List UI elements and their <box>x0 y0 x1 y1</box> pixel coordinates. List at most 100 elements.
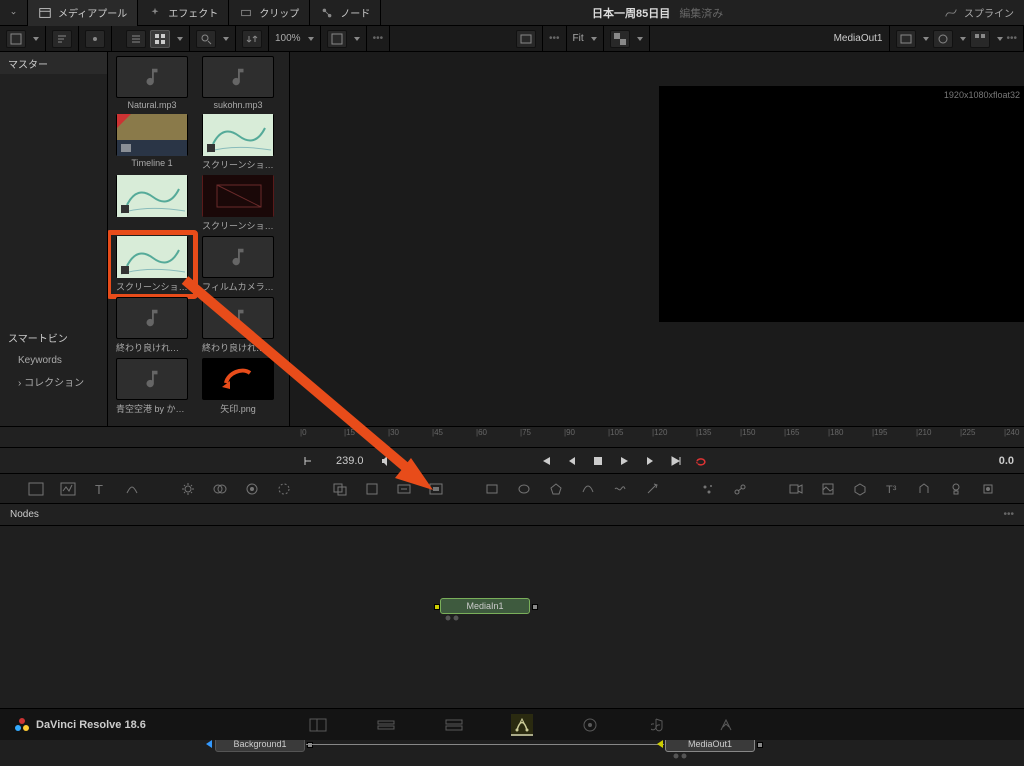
ruler-tick: |195 <box>872 428 887 437</box>
filter-icon[interactable] <box>6 30 26 48</box>
in-point-icon[interactable] <box>300 453 316 469</box>
clip-item[interactable]: Natural.mp3 <box>112 56 192 110</box>
go-end-icon[interactable] <box>668 453 684 469</box>
bitmap-mask-icon[interactable] <box>609 478 631 500</box>
blur-tool-icon[interactable] <box>273 478 295 500</box>
background-tool-icon[interactable] <box>25 478 47 500</box>
out-grid-icon[interactable] <box>970 30 990 48</box>
render3d-tool-icon[interactable] <box>977 478 999 500</box>
fastnoise-tool-icon[interactable] <box>57 478 79 500</box>
clip-item[interactable]: sukohn.mp3 <box>198 56 278 110</box>
viewer-single-icon[interactable] <box>516 30 536 48</box>
out-view-icon[interactable] <box>896 30 916 48</box>
node-output-port[interactable] <box>307 742 313 748</box>
sort-options-icon[interactable] <box>242 30 262 48</box>
clip-item[interactable]: スクリーンショット ... <box>198 175 278 232</box>
brightness-tool-icon[interactable] <box>177 478 199 500</box>
clip-caption: フィルムカメラのシ... <box>202 280 274 293</box>
sort-icon[interactable] <box>52 30 72 48</box>
channelbool-tool-icon[interactable] <box>209 478 231 500</box>
fit-label[interactable]: Fit <box>573 33 584 44</box>
rectangle-mask-icon[interactable] <box>481 478 503 500</box>
step-fwd-icon[interactable] <box>642 453 658 469</box>
clip-thumbnail <box>116 114 188 156</box>
clip-item[interactable]: 青空空港 by かずち... <box>112 358 192 415</box>
colorcorrect-tool-icon[interactable] <box>241 478 263 500</box>
node-output-port[interactable] <box>757 742 763 748</box>
merge-tool-icon[interactable] <box>329 478 351 500</box>
light-tool-icon[interactable] <box>945 478 967 500</box>
chevron-down-dropdown[interactable] <box>0 0 28 26</box>
merge3d-tool-icon[interactable] <box>913 478 935 500</box>
clip-item[interactable]: フィルムカメラのシ... <box>198 236 278 293</box>
page-edit-icon[interactable] <box>443 714 465 736</box>
ruler-tick: |30 <box>388 428 399 437</box>
tab-effects[interactable]: エフェクト <box>138 0 229 26</box>
mattecontrol-tool-icon[interactable] <box>425 478 447 500</box>
node-input-port[interactable] <box>206 740 212 748</box>
app-brand: DaVinci Resolve 18.6 <box>0 717 160 733</box>
tab-media-pool[interactable]: メディアプール <box>28 0 138 26</box>
clip-item[interactable]: 終わり良ければ全て... <box>112 297 192 354</box>
polygon-mask-icon[interactable] <box>545 478 567 500</box>
node-input-port[interactable] <box>434 604 440 610</box>
step-back-icon[interactable] <box>564 453 580 469</box>
bspline-mask-icon[interactable] <box>577 478 599 500</box>
resize-tool-icon[interactable] <box>393 478 415 500</box>
clip-item[interactable]: スクリーンショット ... <box>112 236 192 293</box>
ruler-tick: |210 <box>916 428 931 437</box>
viewer-layout-icon[interactable] <box>327 30 347 48</box>
prender-tool-icon[interactable] <box>729 478 751 500</box>
page-fusion-icon[interactable] <box>511 714 533 736</box>
smartbin-header: スマートビン <box>0 324 107 351</box>
node-output-port[interactable] <box>532 604 538 610</box>
viewer-canvas[interactable] <box>659 86 1024 322</box>
particles-tool-icon[interactable] <box>697 478 719 500</box>
clip-grid: Natural.mp3sukohn.mp3Timeline 1スクリーンショット… <box>108 52 289 426</box>
stop-icon[interactable] <box>590 453 606 469</box>
clip-caption: スクリーンショット ... <box>116 280 188 293</box>
master-bin[interactable]: マスター <box>0 52 107 74</box>
time-ruler[interactable]: |0|15|30|45|60|75|90|105|120|135|150|165… <box>290 426 1024 448</box>
go-start-icon[interactable] <box>538 453 554 469</box>
page-deliver-icon[interactable] <box>715 714 737 736</box>
page-color-icon[interactable] <box>579 714 601 736</box>
clip-item[interactable]: 終わり良ければ全て... <box>198 297 278 354</box>
list-view-icon[interactable] <box>126 30 146 48</box>
page-cut-icon[interactable] <box>375 714 397 736</box>
tab-spline[interactable]: スプライン <box>934 5 1024 20</box>
bin-list-view-icon[interactable] <box>85 30 105 48</box>
node-input-port[interactable] <box>657 740 663 748</box>
smartbin-collection[interactable]: › コレクション <box>0 370 107 393</box>
clip-item[interactable]: スクリーンショット ... <box>198 114 278 171</box>
clip-caption: 矢印.png <box>202 402 274 415</box>
nodes-options-icon[interactable]: ••• <box>1003 509 1014 520</box>
smartbin-keywords[interactable]: Keywords <box>0 351 107 370</box>
tab-nodes[interactable]: ノード <box>310 0 381 26</box>
thumbnail-view-icon[interactable] <box>150 30 170 48</box>
speaker-icon[interactable] <box>378 453 394 469</box>
wand-mask-icon[interactable] <box>641 478 663 500</box>
output-node-label[interactable]: MediaOut1 <box>834 33 883 44</box>
clip-item[interactable]: Timeline 1 <box>112 114 192 171</box>
page-fairlight-icon[interactable] <box>647 714 669 736</box>
loop-icon[interactable] <box>694 453 710 469</box>
checker-icon[interactable] <box>610 30 630 48</box>
transform-tool-icon[interactable] <box>361 478 383 500</box>
play-icon[interactable] <box>616 453 632 469</box>
node-mediain1[interactable]: MediaIn1 <box>440 598 530 614</box>
text3d-tool-icon[interactable]: T³ <box>881 478 903 500</box>
ellipse-mask-icon[interactable] <box>513 478 535 500</box>
shape3d-tool-icon[interactable] <box>849 478 871 500</box>
page-media-icon[interactable] <box>307 714 329 736</box>
tab-clips[interactable]: クリップ <box>229 0 310 26</box>
zoom-level[interactable]: 100% <box>275 33 301 44</box>
paint-tool-icon[interactable] <box>121 478 143 500</box>
search-icon[interactable] <box>196 30 216 48</box>
clip-item[interactable]: 矢印.png <box>198 358 278 415</box>
camera3d-tool-icon[interactable] <box>785 478 807 500</box>
clip-item[interactable] <box>112 175 192 232</box>
out-color-icon[interactable] <box>933 30 953 48</box>
image3d-tool-icon[interactable] <box>817 478 839 500</box>
text-tool-icon[interactable]: T <box>89 478 111 500</box>
